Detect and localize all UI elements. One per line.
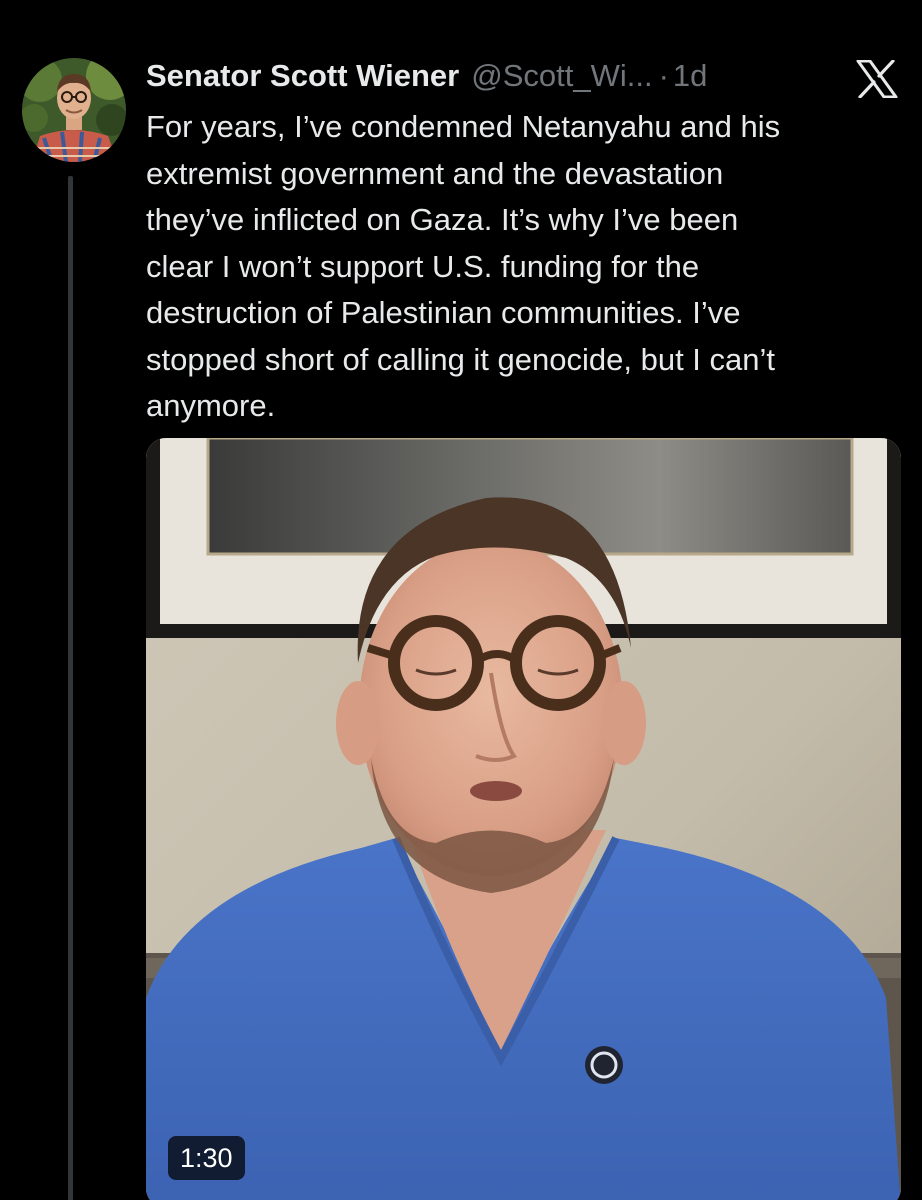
tweet-text-line: stopped short of calling it genocide, bu… xyxy=(146,341,776,377)
tweet-text-line: extremist government and the devastation xyxy=(146,155,724,191)
author-handle[interactable]: @Scott_Wi... xyxy=(471,56,652,96)
header-separator: · xyxy=(658,58,669,93)
video-duration-badge: 1:30 xyxy=(168,1136,245,1180)
tweet-screenshot: Senator Scott Wiener @Scott_Wi... · 1d F… xyxy=(0,0,922,1200)
tweet-text-line: destruction of Palestinian communities. … xyxy=(146,295,741,330)
tweet-body-text: For years, I’ve condemned Netanyahu and … xyxy=(146,104,886,430)
tweet-text-line: anymore. xyxy=(146,388,276,423)
x-logo-icon[interactable] xyxy=(856,59,898,99)
tweet-text-line: they’ve inflicted on Gaza. It’s why I’ve… xyxy=(146,202,739,237)
video-thumbnail xyxy=(146,438,901,1200)
avatar-photo xyxy=(22,58,126,162)
author-avatar[interactable] xyxy=(22,58,126,162)
tweet-header: Senator Scott Wiener @Scott_Wi... · 1d xyxy=(146,56,786,98)
tweet-timestamp[interactable]: 1d xyxy=(673,56,707,96)
tweet-text-line: For years, I’ve condemned Netanyahu and … xyxy=(146,109,781,144)
video-player[interactable] xyxy=(146,438,901,1200)
author-display-name[interactable]: Senator Scott Wiener xyxy=(146,56,459,96)
tweet-text-line: clear I won’t support U.S. funding for t… xyxy=(146,248,700,284)
thread-connector-line xyxy=(68,176,73,1200)
